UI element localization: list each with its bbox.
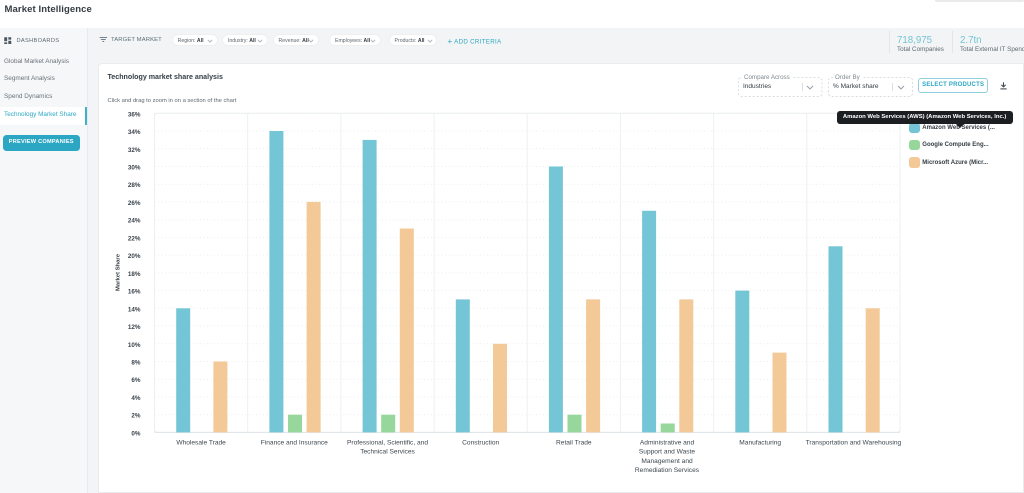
- svg-text:14%: 14%: [128, 306, 141, 313]
- svg-text:32%: 32%: [128, 147, 141, 154]
- svg-text:26%: 26%: [128, 200, 141, 207]
- svg-text:10%: 10%: [128, 342, 141, 349]
- svg-text:20%: 20%: [128, 253, 141, 260]
- svg-text:Technical Services: Technical Services: [360, 449, 415, 456]
- svg-text:Administrative and: Administrative and: [640, 439, 695, 446]
- svg-text:Construction: Construction: [462, 439, 499, 446]
- svg-text:0%: 0%: [131, 430, 141, 437]
- svg-text:Support and Waste: Support and Waste: [639, 449, 696, 456]
- svg-text:16%: 16%: [128, 289, 141, 296]
- svg-text:Finance and Insurance: Finance and Insurance: [261, 439, 328, 446]
- svg-text:8%: 8%: [131, 360, 141, 367]
- svg-text:Market Share: Market Share: [116, 253, 122, 291]
- svg-text:6%: 6%: [131, 377, 141, 384]
- svg-text:2%: 2%: [131, 413, 141, 420]
- svg-text:18%: 18%: [128, 271, 141, 278]
- svg-text:28%: 28%: [128, 182, 141, 189]
- svg-text:36%: 36%: [128, 111, 141, 118]
- svg-text:22%: 22%: [128, 235, 141, 242]
- svg-text:12%: 12%: [128, 324, 141, 331]
- svg-text:Professional, Scientific, and: Professional, Scientific, and: [347, 439, 428, 446]
- svg-text:34%: 34%: [128, 129, 141, 136]
- svg-text:Remediation Services: Remediation Services: [635, 467, 700, 474]
- svg-text:Transportation and Warehousing: Transportation and Warehousing: [806, 439, 902, 446]
- svg-text:Management and: Management and: [641, 458, 693, 465]
- svg-text:Retail Trade: Retail Trade: [556, 439, 592, 446]
- svg-text:Wholesale Trade: Wholesale Trade: [176, 439, 226, 446]
- svg-text:24%: 24%: [128, 218, 141, 225]
- svg-text:30%: 30%: [128, 165, 141, 172]
- svg-text:Manufacturing: Manufacturing: [739, 439, 781, 446]
- svg-text:4%: 4%: [131, 395, 141, 402]
